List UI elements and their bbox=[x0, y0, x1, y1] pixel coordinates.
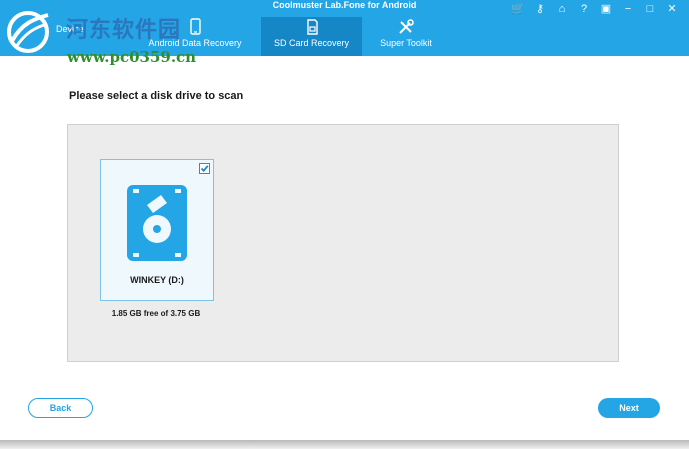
sd-card-icon bbox=[306, 19, 318, 35]
tab-label: Super Toolkit bbox=[380, 38, 432, 48]
maximize-icon[interactable]: □ bbox=[641, 3, 659, 15]
app-window: Coolmuster Lab.Fone for Android 🛒 ⚷ ⌂ ? … bbox=[0, 0, 689, 440]
cart-icon[interactable]: 🛒 bbox=[509, 3, 527, 15]
next-button[interactable]: Next bbox=[598, 398, 660, 418]
tab-super-toolkit[interactable]: Super Toolkit bbox=[370, 17, 442, 56]
drive-card[interactable]: WINKEY (D:) bbox=[100, 159, 214, 301]
tab-label: SD Card Recovery bbox=[273, 38, 350, 48]
watermark-url: www.pc0359.cn bbox=[67, 48, 197, 66]
drive-space-info: 1.85 GB free of 3.75 GB bbox=[111, 309, 201, 318]
feedback-icon[interactable]: ▣ bbox=[597, 3, 615, 15]
hard-drive-icon bbox=[127, 185, 187, 261]
checkmark-icon bbox=[200, 165, 209, 173]
key-icon[interactable]: ⚷ bbox=[531, 3, 549, 15]
window-shadow bbox=[0, 440, 689, 449]
android-phone-icon bbox=[190, 18, 201, 35]
minimize-icon[interactable]: − bbox=[619, 3, 637, 15]
back-button[interactable]: Back bbox=[28, 398, 93, 418]
help-icon[interactable]: ? bbox=[575, 3, 593, 15]
drive-checkbox[interactable] bbox=[199, 163, 210, 174]
tab-sd-card-recovery[interactable]: SD Card Recovery bbox=[261, 17, 362, 56]
drive-name: WINKEY (D:) bbox=[130, 275, 184, 285]
window-controls: 🛒 ⚷ ⌂ ? ▣ − □ ✕ bbox=[509, 3, 681, 15]
tools-icon bbox=[399, 19, 414, 34]
watermark-logo-icon bbox=[7, 11, 49, 53]
drive-list-panel: WINKEY (D:) bbox=[67, 124, 619, 362]
watermark-text: 河东软件园 bbox=[66, 17, 182, 43]
page-heading: Please select a disk drive to scan bbox=[69, 90, 244, 102]
close-icon[interactable]: ✕ bbox=[663, 3, 681, 15]
home-icon[interactable]: ⌂ bbox=[553, 3, 571, 15]
